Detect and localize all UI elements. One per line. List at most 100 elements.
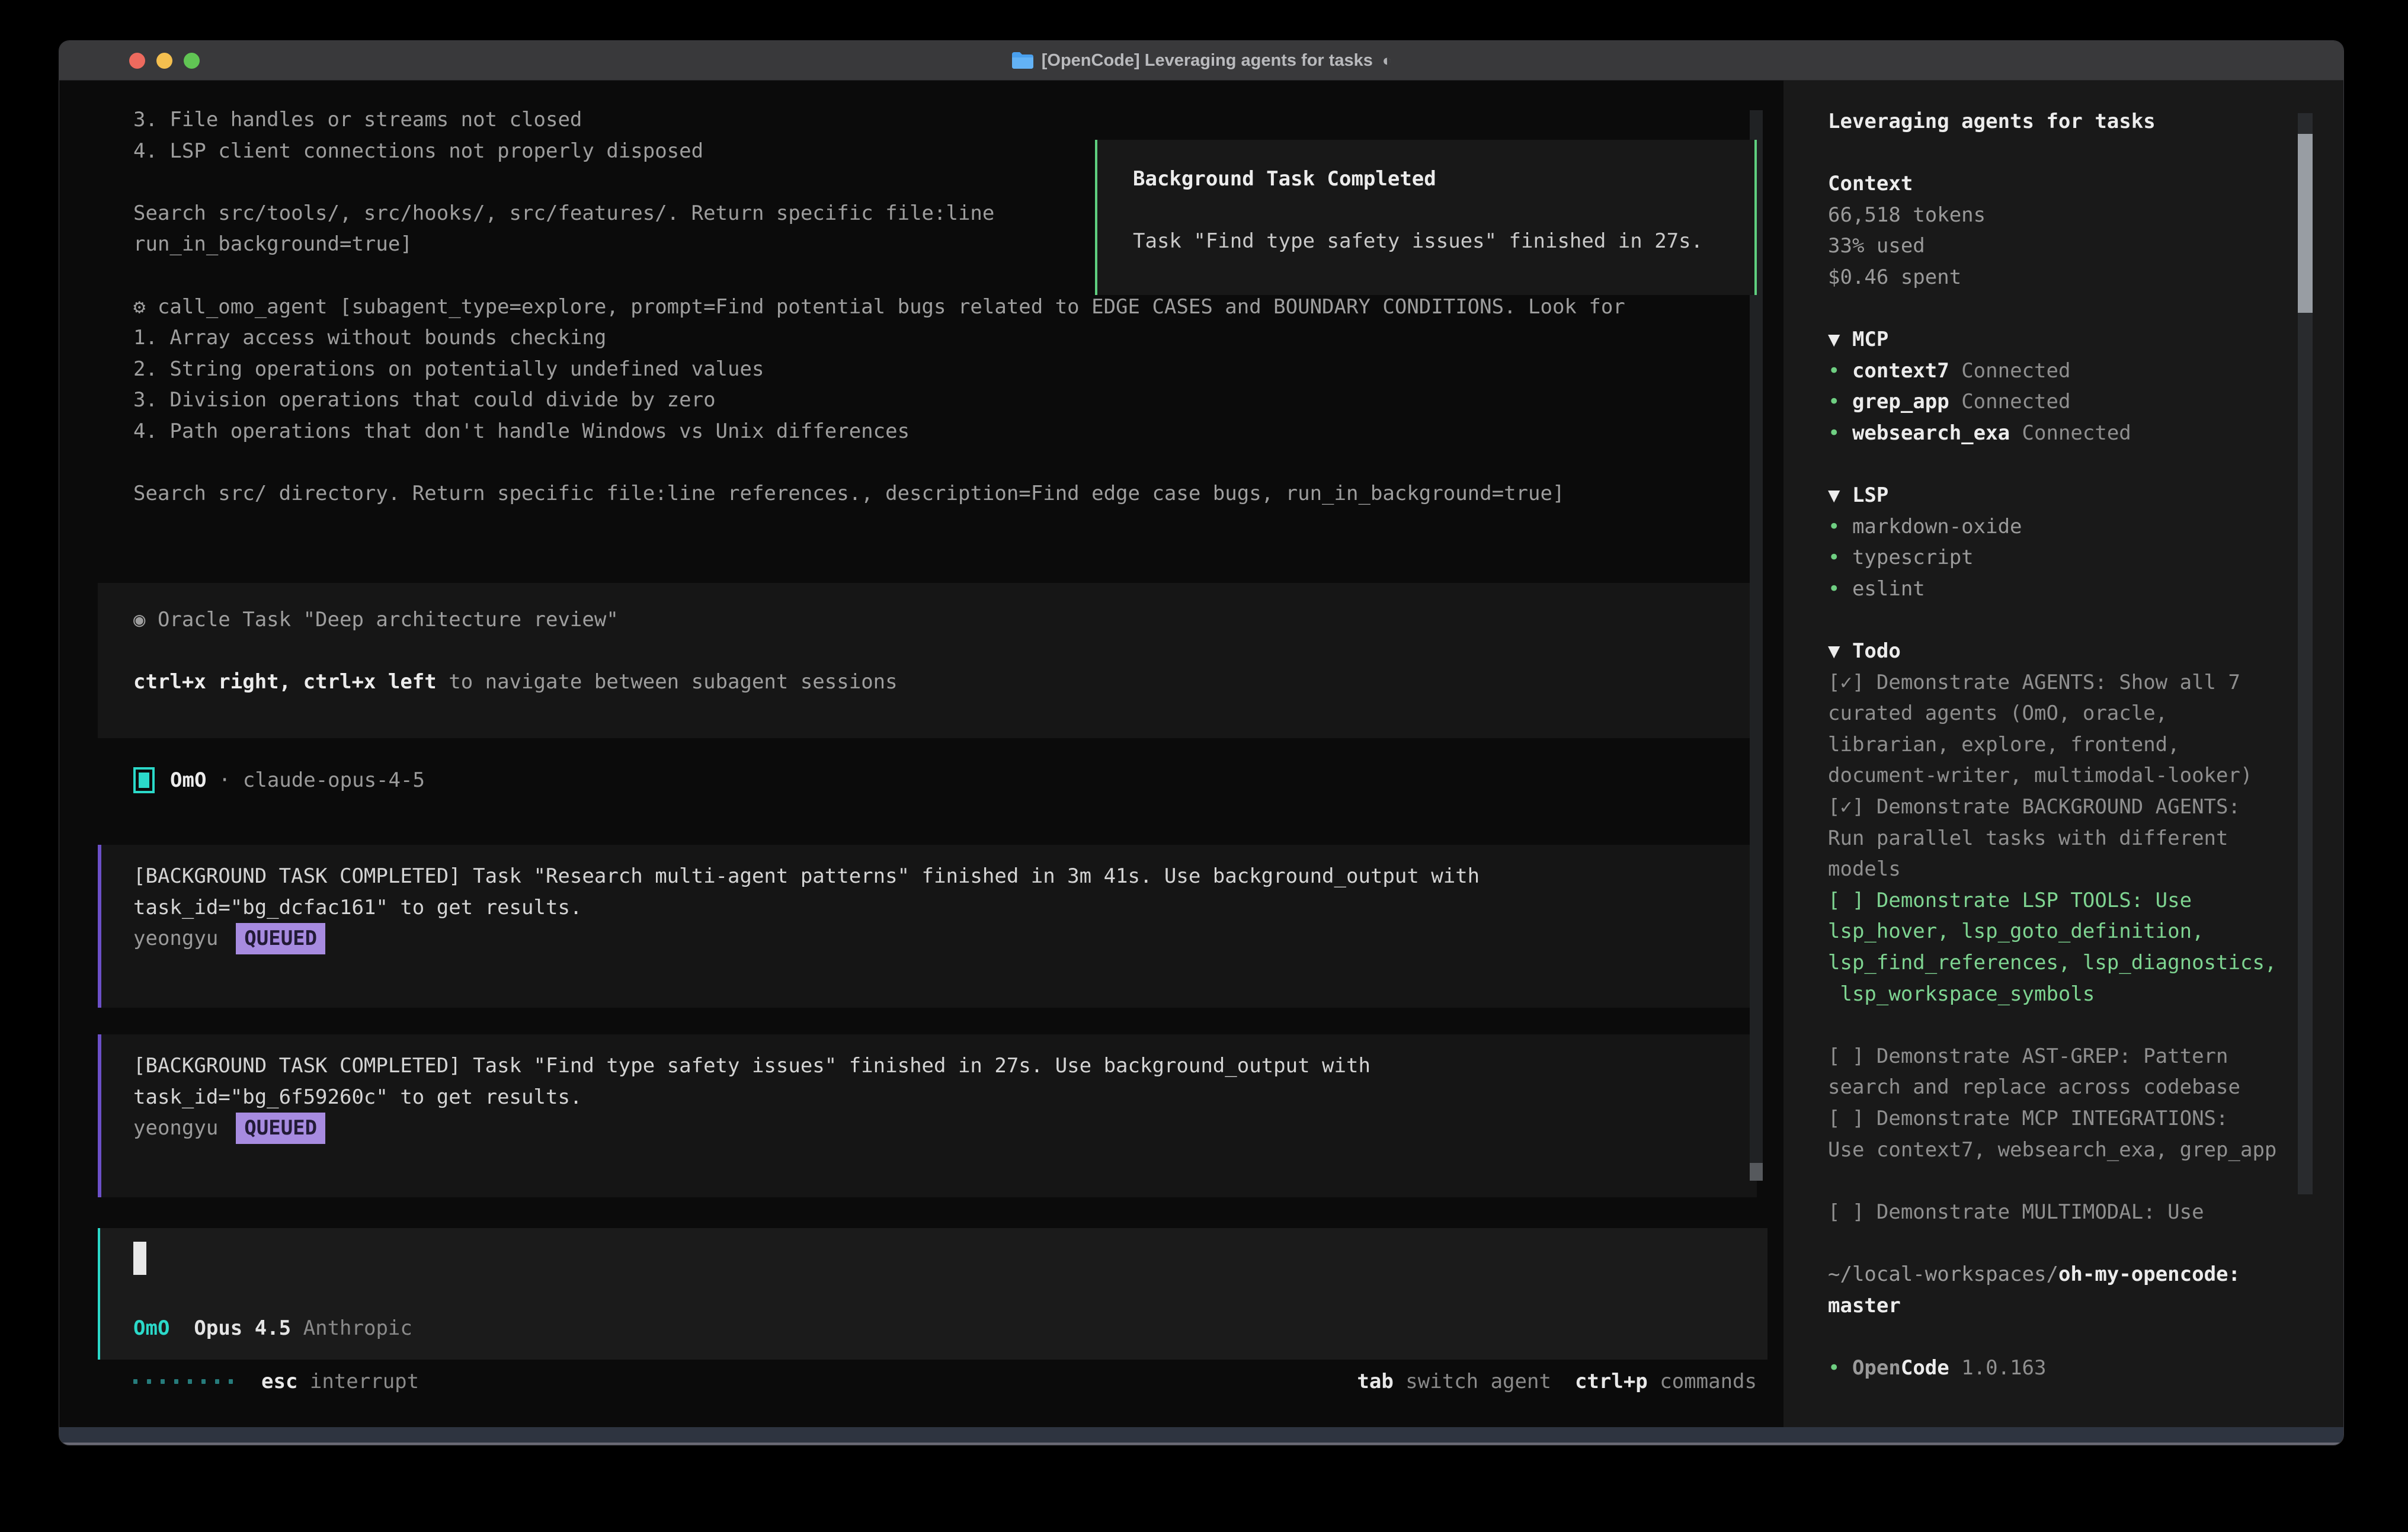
minimize-button[interactable] xyxy=(156,53,172,69)
todo-line-done: librarian, explore, frontend, xyxy=(1828,729,2343,761)
app-name-prefix: Open xyxy=(1852,1356,1901,1380)
todo-line-active: lsp_find_references, lsp_diagnostics, xyxy=(1828,947,2343,979)
blank-line xyxy=(1828,293,2343,325)
bullet-icon: • xyxy=(1828,546,1852,569)
shortcut-label: commands xyxy=(1648,1366,1757,1398)
blank-line xyxy=(1828,137,2343,169)
repo-name: oh-my-opencode: xyxy=(2058,1262,2240,1286)
desktop: [OpenCode] Leveraging agents for tasks ◐… xyxy=(0,0,2408,1532)
input-agent: OmO xyxy=(133,1316,169,1340)
task-block-line: task_id="bg_6f59260c" to get results. xyxy=(133,1082,1757,1113)
branch-name: master xyxy=(1828,1290,2343,1322)
todo-line-pending: [ ] Demonstrate MCP INTEGRATIONS: xyxy=(1828,1103,2343,1134)
oracle-task-title: ◉ Oracle Task "Deep architecture review" xyxy=(133,604,1757,636)
zoom-button[interactable] xyxy=(184,53,200,69)
blank-line xyxy=(1828,1321,2343,1352)
background-task-notification: Background Task Completed Task "Find typ… xyxy=(1095,140,1757,295)
modified-indicator-icon: ◐ xyxy=(1382,52,1392,70)
shortcut-key: esc xyxy=(261,1370,297,1393)
agent-header: OmO · claude-opus-4-5 xyxy=(133,765,425,796)
stream-line: 3. Division operations that could divide… xyxy=(133,384,1625,416)
lsp-item: • markdown-oxide xyxy=(1828,511,2343,543)
section-header-todo[interactable]: ▼ Todo xyxy=(1828,636,2343,667)
sidebar-scrollbar[interactable] xyxy=(2298,113,2313,1194)
chevron-down-icon: ▼ xyxy=(1828,483,1852,507)
todo-line-done: curated agents (OmO, oracle, xyxy=(1828,698,2343,729)
status-right: tab switch agentctrl+p commands xyxy=(1357,1366,1757,1398)
item-status: Connected xyxy=(2010,421,2131,445)
spinner xyxy=(133,1379,242,1384)
section-header-mcp[interactable]: ▼ MCP xyxy=(1828,324,2343,355)
traffic-lights xyxy=(129,41,200,80)
task-block-meta: yeongyuQUEUED xyxy=(133,1113,1757,1144)
notification-title: Background Task Completed xyxy=(1133,164,1754,195)
item-name: grep_app xyxy=(1852,390,1949,414)
mcp-item: • websearch_exa Connected xyxy=(1828,418,2343,449)
app-version: 1.0.163 xyxy=(1949,1356,2047,1380)
mcp-item: • grep_app Connected xyxy=(1828,386,2343,418)
status-left: esc interrupt xyxy=(133,1366,419,1398)
context-line: 33% used xyxy=(1828,230,2343,262)
record-icon: ◉ xyxy=(133,608,145,632)
input-provider: Anthropic xyxy=(303,1316,412,1340)
opencode-window: [OpenCode] Leveraging agents for tasks ◐… xyxy=(59,40,2344,1446)
spinner-dot xyxy=(133,1379,137,1384)
prompt-input[interactable]: OmO Opus 4.5 Anthropic xyxy=(98,1228,1767,1360)
session-title: Leveraging agents for tasks xyxy=(1828,106,2343,137)
todo-line-pending: search and replace across codebase xyxy=(1828,1072,2343,1103)
agent-model: claude-opus-4-5 xyxy=(243,765,425,796)
spinner-dot xyxy=(147,1379,151,1384)
app-content: 3. File handles or streams not closed4. … xyxy=(59,81,2343,1427)
blank-line xyxy=(1828,1227,2343,1259)
item-name: eslint xyxy=(1852,577,1925,601)
spinner-dot xyxy=(229,1379,233,1384)
task-block-line: [BACKGROUND TASK COMPLETED] Task "Resear… xyxy=(133,861,1757,892)
stream-line: 1. Array access without bounds checking xyxy=(133,322,1625,354)
bullet-icon: • xyxy=(1828,421,1852,445)
titlebar[interactable]: [OpenCode] Leveraging agents for tasks ◐ xyxy=(59,41,2343,81)
sidebar-scrollbar-thumb[interactable] xyxy=(2298,134,2313,313)
stream-line xyxy=(133,447,1625,479)
section-heading: Todo xyxy=(1852,639,1901,663)
spinner-dot xyxy=(201,1379,206,1384)
section-heading: LSP xyxy=(1852,483,1888,507)
input-meta: OmO Opus 4.5 Anthropic xyxy=(133,1313,412,1344)
shortcut-key: ctrl+p xyxy=(1575,1366,1648,1398)
text-cursor xyxy=(133,1242,146,1275)
close-button[interactable] xyxy=(129,53,145,69)
chat-area: 3. File handles or streams not closed4. … xyxy=(59,81,1783,1427)
item-name: websearch_exa xyxy=(1852,421,2010,445)
shortcut-label: interrupt xyxy=(297,1370,419,1393)
blank-line xyxy=(1828,1165,2343,1197)
chevron-down-icon: ▼ xyxy=(1828,328,1852,351)
section-header-lsp[interactable]: ▼ LSP xyxy=(1828,480,2343,511)
stream-line: 3. File handles or streams not closed xyxy=(133,104,1625,136)
window-bottom-strip xyxy=(59,1427,2343,1445)
bullet-icon: • xyxy=(1828,577,1852,601)
omo-agent-icon xyxy=(133,767,155,793)
task-block-line: [BACKGROUND TASK COMPLETED] Task "Find t… xyxy=(133,1050,1757,1082)
stream-line: Search src/ directory. Return specific f… xyxy=(133,478,1625,509)
folder-icon xyxy=(1011,51,1033,70)
item-name: context7 xyxy=(1852,359,1949,383)
todo-line-done: [✓] Demonstrate BACKGROUND AGENTS: xyxy=(1828,791,2343,823)
chevron-down-icon: ▼ xyxy=(1828,639,1852,663)
agent-separator: · xyxy=(206,765,242,796)
blank-line xyxy=(1828,449,2343,480)
todo-line-active: lsp_hover, lsp_goto_definition, xyxy=(1828,916,2343,947)
sidebar-content: Leveraging agents for tasks Context66,51… xyxy=(1783,81,2343,1383)
context-line: $0.46 spent xyxy=(1828,262,2343,293)
shortcut-key: tab xyxy=(1357,1366,1393,1398)
bullet-icon: • xyxy=(1828,359,1852,383)
shortcut-interrupt: esc interrupt xyxy=(261,1366,419,1398)
context-heading: Context xyxy=(1828,168,2343,200)
item-status: Connected xyxy=(1949,390,2071,414)
spinner-dot xyxy=(215,1379,219,1384)
task-user: yeongyu xyxy=(133,927,218,950)
spinner-dot xyxy=(174,1379,178,1384)
todo-line-pending: [ ] Demonstrate AST-GREP: Pattern xyxy=(1828,1041,2343,1072)
input-model: Opus 4.5 xyxy=(194,1316,291,1340)
item-status: Connected xyxy=(1949,359,2071,383)
task-block-meta: yeongyuQUEUED xyxy=(133,923,1757,954)
main-scrollbar-thumb[interactable] xyxy=(1750,1163,1763,1181)
